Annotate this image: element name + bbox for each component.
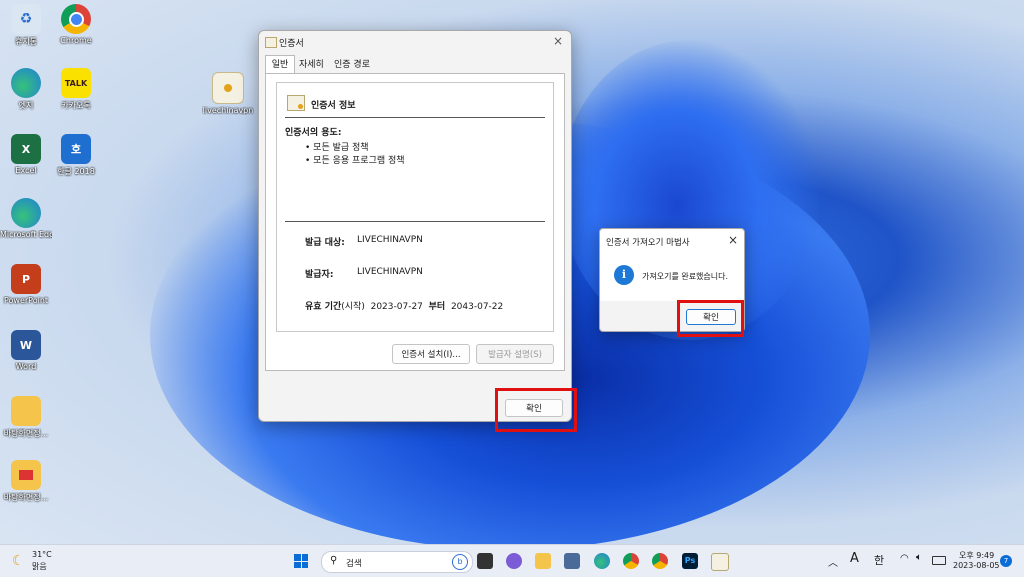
battery-icon[interactable] <box>932 556 946 565</box>
divider <box>285 117 545 118</box>
powerpoint-icon: P <box>11 264 41 294</box>
word-icon: W <box>11 330 41 360</box>
bing-icon: b <box>452 554 468 570</box>
edge-taskbar-icon[interactable] <box>594 553 610 569</box>
chrome-icon <box>61 4 91 34</box>
word-shortcut[interactable]: W Word <box>0 330 52 371</box>
hangul-shortcut[interactable]: 호 한글 2018 <box>50 134 102 177</box>
start-button[interactable] <box>294 554 308 568</box>
chrome-profile-taskbar-icon[interactable] <box>652 553 668 569</box>
volume-icon[interactable]: 🔈︎ <box>916 552 922 563</box>
chrome-shortcut[interactable]: Chrome <box>50 4 102 45</box>
edge-icon <box>11 68 41 98</box>
kakaotalk-shortcut[interactable]: TALK 카카오톡 <box>50 68 102 111</box>
settings-app-icon[interactable] <box>564 553 580 569</box>
excel-shortcut[interactable]: X Excel <box>0 134 52 175</box>
chat-icon[interactable] <box>506 553 522 569</box>
folder-shortcut-2[interactable]: 바탕화면정... <box>0 460 52 503</box>
weather-temp: 31°C <box>32 550 52 559</box>
issued-to-label: 발급 대상: <box>305 238 345 248</box>
folder-icon <box>11 460 41 490</box>
edge-shortcut[interactable]: 엣지 <box>0 68 52 111</box>
weather-desc: 맑음 <box>32 562 47 571</box>
tab-general[interactable]: 일반 <box>265 55 295 74</box>
issuer-statement-button[interactable]: 발급자 설명(S) <box>476 344 554 364</box>
certificate-icon <box>212 72 244 104</box>
edge-icon <box>11 198 41 228</box>
certificate-large-icon <box>287 95 305 111</box>
chevron-up-icon[interactable]: ︿ <box>828 554 838 569</box>
certificate-window: 인증서 × 일반 자세히 인증 경로 인증서 정보 인증서의 용도: • 모든 … <box>258 30 572 422</box>
recycle-bin-icon[interactable]: ♻ 휴지통 <box>0 4 52 47</box>
chrome-taskbar-icon[interactable] <box>623 553 639 569</box>
install-certificate-button[interactable]: 인증서 설치(I)... <box>392 344 470 364</box>
tab-certification-path[interactable]: 인증 경로 <box>334 57 370 73</box>
certificate-info-box: 인증서 정보 인증서의 용도: • 모든 발급 정책 • 모든 응용 프로그램 … <box>276 82 554 332</box>
wifi-icon[interactable]: ◠ <box>900 553 909 564</box>
recycle-icon: ♻ <box>11 4 41 34</box>
weather-moon-icon: ☾ <box>12 553 25 569</box>
file-explorer-icon[interactable] <box>535 553 551 569</box>
divider <box>285 221 545 222</box>
clock-date[interactable]: 2023-08-05 <box>953 561 1000 570</box>
dialog-message: 가져오기를 완료했습니다. <box>642 272 729 281</box>
notification-badge[interactable]: 7 <box>1000 555 1012 567</box>
search-icon: ⚲ <box>330 555 338 566</box>
issued-to-value: LIVECHINAVPN <box>357 235 423 245</box>
input-mode-ko[interactable]: 한 <box>874 552 884 568</box>
info-title: 인증서 정보 <box>311 101 356 111</box>
close-icon[interactable]: × <box>728 233 738 247</box>
validity-line: 유효 기간(시작) 2023-07-27 부터 2043-07-22 <box>305 302 504 312</box>
info-icon: i <box>614 265 634 285</box>
microsoft-edge-shortcut[interactable]: Microsoft Edge <box>0 198 52 239</box>
livechinavpn-cert-file[interactable]: livechinavpn <box>202 72 254 115</box>
certificate-taskbar-icon[interactable] <box>711 553 729 571</box>
highlight-box-cert-ok <box>495 388 577 432</box>
highlight-box-dialog-ok <box>677 300 744 337</box>
clock-time[interactable]: 오후 9:49 <box>959 550 994 561</box>
window-titlebar: 인증서 × <box>259 31 571 53</box>
issued-by-value: LIVECHINAVPN <box>357 267 423 277</box>
dialog-title: 인증서 가져오기 마법사 <box>606 238 690 248</box>
input-mode-a[interactable]: A <box>850 551 859 566</box>
purpose-item: • 모든 응용 프로그램 정책 <box>305 156 405 166</box>
dialog-body: i 가져오기를 완료했습니다. <box>600 253 744 301</box>
issued-by-label: 발급자: <box>305 270 334 280</box>
search-placeholder: 검색 <box>346 559 362 569</box>
window-title: 인증서 <box>279 39 304 49</box>
photoshop-icon[interactable]: Ps <box>682 553 698 569</box>
tab-details[interactable]: 자세히 <box>299 57 324 73</box>
close-icon[interactable]: × <box>553 34 563 48</box>
purpose-item: • 모든 발급 정책 <box>305 143 369 153</box>
folder-shortcut-1[interactable]: 바탕화면정... <box>0 396 52 439</box>
folder-icon <box>11 396 41 426</box>
taskbar: ☾ 31°C 맑음 ⚲ 검색 b Ps ︿ A 한 ◠ 🔈︎ 오후 9:49 2… <box>0 544 1024 577</box>
task-view-icon[interactable] <box>477 553 493 569</box>
general-tab-panel: 인증서 정보 인증서의 용도: • 모든 발급 정책 • 모든 응용 프로그램 … <box>265 73 565 371</box>
kakaotalk-icon: TALK <box>61 68 91 98</box>
excel-icon: X <box>11 134 41 164</box>
powerpoint-shortcut[interactable]: P PowerPoint <box>0 264 52 305</box>
dialog-titlebar: 인증서 가져오기 마법사 × <box>600 229 744 253</box>
hangul-icon: 호 <box>61 134 91 164</box>
purpose-heading: 인증서의 용도: <box>285 128 342 138</box>
search-box[interactable]: ⚲ 검색 b <box>321 551 473 573</box>
certificate-small-icon <box>265 37 277 48</box>
